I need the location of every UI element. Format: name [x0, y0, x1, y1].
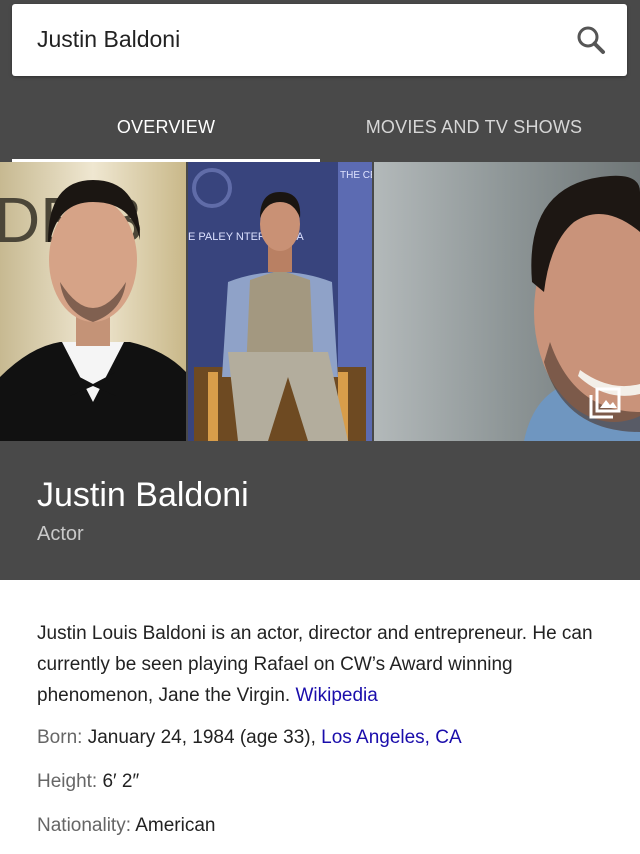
- fact-born: Born: January 24, 1984 (age 33), Los Ang…: [37, 726, 462, 750]
- fact-height-value: 6′ 2″: [102, 771, 140, 792]
- fact-nationality-label: Nationality:: [37, 815, 131, 836]
- portrait-image: DE B: [0, 162, 186, 441]
- gallery-photo-2[interactable]: THE CEN FOR E PALEY NTER MEDIA: [188, 162, 372, 441]
- fact-born-value: January 24, 1984 (age 33),: [87, 727, 316, 748]
- wikipedia-link[interactable]: Wikipedia: [295, 685, 377, 706]
- fact-nationality-value: American: [135, 815, 216, 836]
- tab-movies-and-tv-shows[interactable]: MOVIES AND TV SHOWS: [320, 92, 628, 162]
- knowledge-panel-header: Justin Baldoni OVERVIEW MOVIES AND TV SH…: [0, 0, 640, 580]
- entity-details: Justin Louis Baldoni is an actor, direct…: [37, 618, 617, 836]
- fact-born-label: Born:: [37, 727, 83, 748]
- tab-bar: OVERVIEW MOVIES AND TV SHOWS: [0, 92, 640, 162]
- search-icon[interactable]: [575, 24, 607, 56]
- seated-photo-image: THE CEN FOR E PALEY NTER MEDIA: [188, 162, 372, 441]
- birthplace-link[interactable]: Los Angeles, CA: [321, 727, 461, 748]
- fact-height: Height: 6′ 2″: [37, 770, 139, 794]
- entity-name: Justin Baldoni: [37, 476, 249, 514]
- entity-type: Actor: [37, 523, 84, 545]
- gallery-photo-1[interactable]: DE B: [0, 162, 186, 441]
- search-input[interactable]: Justin Baldoni: [37, 26, 180, 53]
- fact-nationality: Nationality: American: [37, 814, 215, 838]
- entity-description: Justin Louis Baldoni is an actor, direct…: [37, 618, 617, 711]
- search-bar[interactable]: Justin Baldoni: [12, 4, 627, 76]
- fact-height-label: Height:: [37, 771, 98, 792]
- image-gallery[interactable]: DE B THE CEN FOR E PALEY NTER MEDIA: [0, 162, 640, 441]
- stage-sign-text: THE CEN FOR: [340, 170, 372, 181]
- photo-gallery-icon[interactable]: [588, 386, 622, 420]
- tab-overview[interactable]: OVERVIEW: [12, 92, 320, 162]
